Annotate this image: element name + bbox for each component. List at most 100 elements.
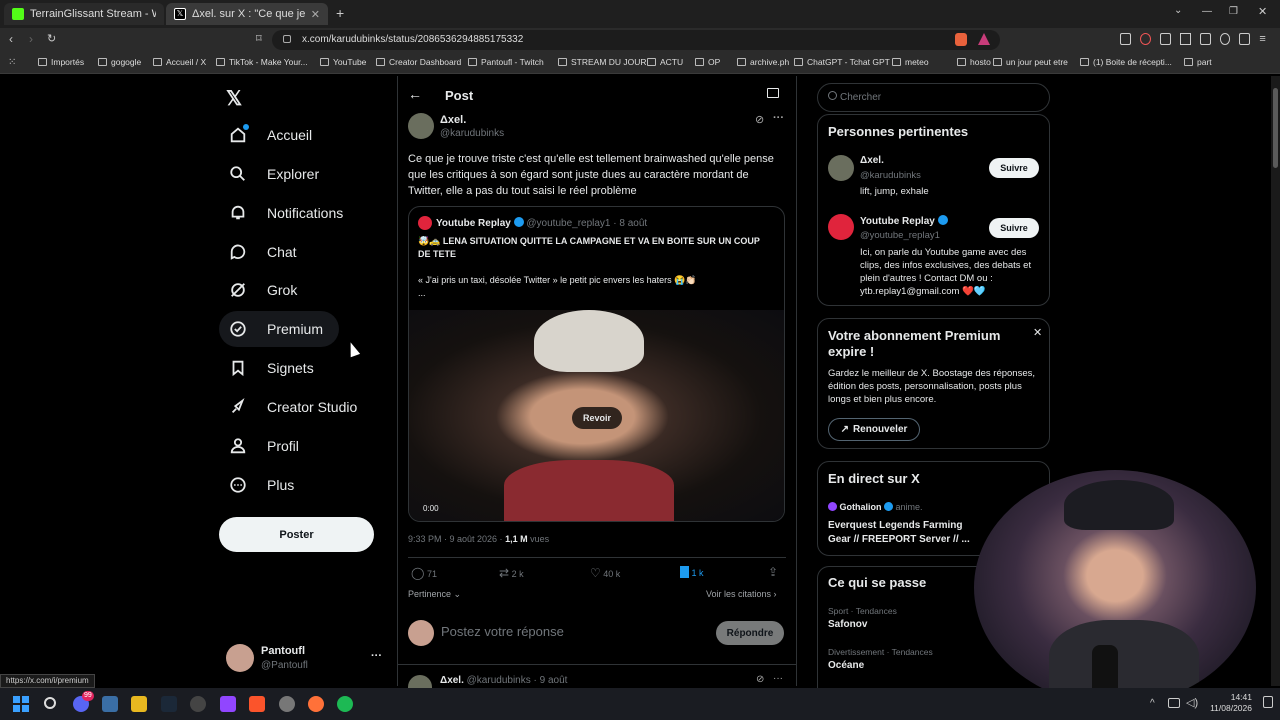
back-arrow-icon[interactable]: ←	[408, 86, 422, 102]
extension-icon[interactable]	[1120, 33, 1131, 45]
grok-icon[interactable]: ⊘	[756, 674, 764, 685]
firefox-icon[interactable]	[308, 696, 324, 712]
trend-item[interactable]: Safonov	[828, 619, 867, 630]
bookmark-item[interactable]: archive.ph	[737, 57, 789, 67]
trend-item[interactable]: Océane	[828, 660, 864, 671]
nav-item-signets[interactable]: Signets	[219, 350, 330, 386]
avatar[interactable]	[828, 155, 854, 181]
account-more-icon[interactable]: ···	[371, 650, 382, 662]
reader-icon[interactable]	[767, 88, 779, 98]
notification-center-icon[interactable]	[1263, 696, 1273, 708]
new-tab-button[interactable]: +	[336, 5, 344, 21]
close-window-button[interactable]: ✕	[1258, 5, 1267, 18]
nav-item-premium[interactable]: Premium	[219, 311, 340, 347]
person-name[interactable]: Δxel.	[860, 155, 884, 166]
bookmark-item[interactable]: OP	[695, 57, 720, 67]
scrollbar-thumb[interactable]	[1273, 88, 1278, 168]
maximize-button[interactable]: ❐	[1229, 6, 1238, 17]
brave-rewards-icon[interactable]	[978, 33, 990, 45]
obs-icon[interactable]	[279, 696, 295, 712]
minimize-button[interactable]: —	[1202, 6, 1212, 17]
bookmark-item[interactable]: Importés	[38, 57, 84, 67]
quoted-post[interactable]: Youtube Replay @youtube_replay1 · 8 août…	[408, 206, 785, 522]
chevron-down-icon[interactable]: ⌄	[1174, 5, 1182, 16]
folder-icon[interactable]	[131, 696, 147, 712]
reload-icon[interactable]: ↻	[47, 32, 56, 45]
chevron-up-icon[interactable]: ^	[1150, 698, 1155, 709]
brave-shields-icon[interactable]	[955, 33, 967, 46]
follow-button[interactable]: Suivre	[989, 158, 1039, 178]
author-handle[interactable]: @karudubinks	[440, 128, 504, 139]
shield-icon[interactable]	[1239, 33, 1251, 45]
bookmark-item[interactable]: meteo	[892, 57, 929, 67]
spotify-icon[interactable]	[337, 696, 353, 712]
bookmark-item[interactable]: TikTok - Make Your...	[216, 57, 308, 67]
apps-grid-icon[interactable]: ⁙	[8, 57, 16, 68]
nav-item-creator-studio[interactable]: Creator Studio	[219, 389, 373, 425]
replay-button[interactable]: Revoir	[572, 407, 622, 429]
twitch-icon[interactable]	[220, 696, 236, 712]
follow-button[interactable]: Suivre	[989, 218, 1039, 238]
live-user[interactable]: Gothalion anime.	[828, 502, 923, 512]
bookmark-item[interactable]: part	[1184, 57, 1212, 67]
avatar[interactable]	[408, 113, 434, 139]
close-icon[interactable]: ✕	[1033, 326, 1042, 339]
brave-icon[interactable]	[249, 696, 265, 712]
bookmark-item[interactable]: ChatGPT - Tchat GPT	[794, 57, 890, 67]
repost-button[interactable]: ⇄ 2 k	[499, 566, 524, 580]
grok-icon[interactable]: ⊘	[755, 113, 764, 126]
forward-icon[interactable]: ›	[29, 32, 33, 46]
menu-icon[interactable]: ≡	[1259, 33, 1270, 47]
puzzle-icon[interactable]	[1159, 33, 1171, 45]
app-icon[interactable]	[190, 696, 206, 712]
nav-item-accueil[interactable]: Accueil	[219, 117, 328, 153]
scrollbar[interactable]	[1271, 76, 1280, 686]
next-post-author[interactable]: Δxel. @karudubinks · 9 août	[440, 675, 567, 686]
bookmark-button[interactable]: 1 k	[680, 566, 704, 578]
bookmark-item[interactable]: gogogle	[98, 57, 141, 67]
bookmark-item[interactable]: Creator Dashboard	[376, 57, 461, 67]
like-button[interactable]: ♡ 40 k	[590, 566, 620, 580]
bookmark-item[interactable]: (1) Boite de récepti...	[1080, 57, 1172, 67]
nav-item-notifications[interactable]: Notifications	[219, 195, 359, 231]
video-player[interactable]: Revoir 0:00	[409, 310, 784, 521]
bookmark-item[interactable]: Accueil / X	[153, 57, 206, 67]
steam-icon[interactable]	[161, 696, 177, 712]
bookmark-item[interactable]: hosto	[957, 57, 991, 67]
nav-item-explorer[interactable]: Explorer	[219, 156, 335, 192]
author-name[interactable]: Δxel.	[440, 114, 466, 126]
close-icon[interactable]: ✕	[311, 8, 320, 21]
person-name[interactable]: Youtube Replay	[860, 215, 948, 227]
bookmark-item[interactable]: YouTube	[320, 57, 366, 67]
post-button[interactable]: Poster	[219, 517, 374, 552]
nav-item-profil[interactable]: Profil	[219, 428, 315, 464]
volume-icon[interactable]: ◁)	[1186, 696, 1198, 709]
live-title[interactable]: Everquest Legends Farming Gear // FREEPO…	[828, 519, 976, 547]
windows-start-icon[interactable]	[13, 696, 29, 712]
bookmark-item[interactable]: STREAM DU JOUR	[558, 57, 647, 67]
bookmark-page-icon[interactable]: ⌑	[256, 32, 262, 45]
wallet-icon[interactable]	[1199, 33, 1211, 45]
nav-item-grok[interactable]: Grok	[219, 272, 313, 308]
bookmark-item[interactable]: Pantoufl - Twitch	[468, 57, 544, 67]
network-icon[interactable]	[1168, 698, 1180, 708]
tab-terrainglissant[interactable]: TerrainGlissant Stream - Watch Live o	[4, 3, 164, 25]
clock[interactable]: 14:41 11/08/2026	[1210, 692, 1252, 714]
more-icon[interactable]: ···	[773, 112, 784, 124]
renew-button[interactable]: ↗ Renouveler	[828, 418, 920, 441]
site-info-icon[interactable]	[283, 35, 291, 43]
sidebar-icon[interactable]	[1179, 33, 1191, 45]
nav-item-plus[interactable]: Plus	[219, 467, 310, 503]
nav-item-chat[interactable]: Chat	[219, 234, 313, 270]
search-icon[interactable]	[44, 697, 56, 709]
avatar[interactable]	[226, 644, 254, 672]
extension-icon[interactable]	[1139, 33, 1151, 45]
avatar[interactable]	[828, 214, 854, 240]
search-input[interactable]: Chercher	[817, 83, 1050, 112]
reply-input[interactable]: Postez votre réponse	[441, 624, 701, 642]
url-field[interactable]: x.com/karudubinks/status/208653629488517…	[272, 30, 1000, 50]
sort-dropdown[interactable]: Pertinence ⌄	[408, 589, 461, 600]
reply-button[interactable]: ◯ 71	[411, 566, 437, 580]
x-logo-icon[interactable]: 𝕏	[226, 86, 242, 111]
vpn-icon[interactable]	[1219, 33, 1231, 45]
